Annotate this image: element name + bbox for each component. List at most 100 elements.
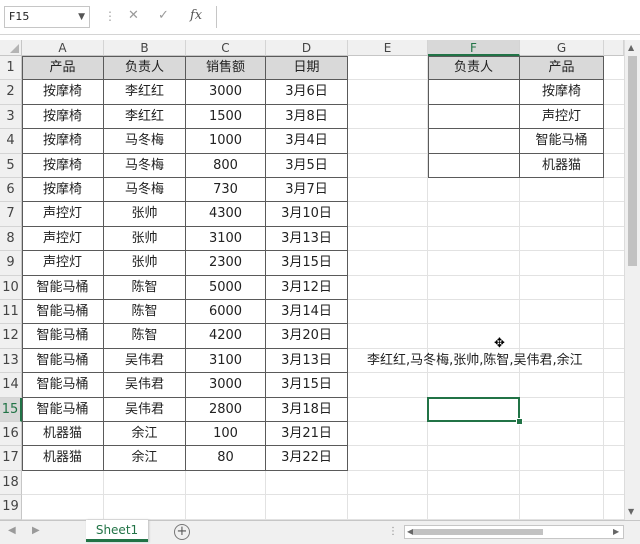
table-cell[interactable]: 机器猫 xyxy=(22,446,104,471)
table-cell[interactable]: 4200 xyxy=(186,324,266,349)
table-cell[interactable]: 智能马桶 xyxy=(22,348,104,374)
table-cell[interactable]: 3月15日 xyxy=(266,251,348,276)
table-cell[interactable]: 按摩椅 xyxy=(22,129,104,154)
table-cell[interactable]: 按摩椅 xyxy=(520,80,604,105)
chevron-down-icon[interactable]: ▼ xyxy=(78,7,85,27)
row-header-4[interactable]: 4 xyxy=(0,129,22,154)
table-cell[interactable] xyxy=(428,80,520,105)
table-cell[interactable] xyxy=(428,153,520,178)
table-cell[interactable]: 3000 xyxy=(186,80,266,105)
prev-sheet-icon[interactable]: ◀ xyxy=(8,525,16,536)
table-cell[interactable]: 马冬梅 xyxy=(104,153,186,178)
horizontal-scroll-thumb[interactable] xyxy=(413,529,543,535)
table-cell[interactable]: 3月6日 xyxy=(266,80,348,105)
worksheet-grid[interactable]: ABCDEFG 1 2 3 4 5 6 7 8 9 10 11 12 13 14 15 16 17 18 19 产品… xyxy=(0,40,624,520)
table-cell[interactable]: 3月12日 xyxy=(266,275,348,300)
table-cell[interactable]: 吴伟君 xyxy=(104,397,186,422)
table-cell[interactable]: 3月4日 xyxy=(266,129,348,154)
table-cell[interactable]: 3月20日 xyxy=(266,324,348,349)
table-cell[interactable]: 2800 xyxy=(186,397,266,422)
table-cell[interactable]: 3月18日 xyxy=(266,397,348,422)
row-header-19[interactable]: 19 xyxy=(0,495,22,520)
row-header-12[interactable]: 12 xyxy=(0,324,22,349)
table-cell[interactable]: 3100 xyxy=(186,226,266,252)
table-cell[interactable]: 4300 xyxy=(186,202,266,227)
scroll-right-icon[interactable]: ▶ xyxy=(613,527,619,536)
table-cell[interactable]: 机器猫 xyxy=(520,153,604,178)
table-cell[interactable]: 3月10日 xyxy=(266,202,348,227)
row-header-13[interactable]: 13 xyxy=(0,348,22,374)
row-header-1[interactable]: 1 xyxy=(0,56,22,81)
table-cell[interactable]: 李红红 xyxy=(104,104,186,130)
table-header-cell[interactable]: 负责人 xyxy=(428,56,520,81)
table-cell[interactable]: 余江 xyxy=(104,446,186,471)
table-cell[interactable]: 李红红 xyxy=(104,80,186,105)
table-cell[interactable]: 3月13日 xyxy=(266,226,348,252)
table-cell[interactable]: 智能马桶 xyxy=(22,373,104,398)
row-header-9[interactable]: 9 xyxy=(0,251,22,276)
row-header-15[interactable]: 15 xyxy=(0,397,22,422)
table-cell[interactable]: 730 xyxy=(186,178,266,203)
table-cell[interactable]: 6000 xyxy=(186,300,266,325)
table-cell[interactable]: 吴伟君 xyxy=(104,348,186,374)
table-cell[interactable]: 智能马桶 xyxy=(22,275,104,300)
table-cell[interactable]: 机器猫 xyxy=(22,422,104,447)
vertical-scrollbar[interactable]: ▲ ▼ xyxy=(624,40,640,520)
table-cell[interactable]: 3月21日 xyxy=(266,422,348,447)
table-cell[interactable]: 余江 xyxy=(104,422,186,447)
table-cell[interactable]: 2300 xyxy=(186,251,266,276)
table-cell[interactable]: 100 xyxy=(186,422,266,447)
table-header-cell[interactable]: 销售额 xyxy=(186,56,266,81)
table-cell[interactable]: 声控灯 xyxy=(22,226,104,252)
table-cell[interactable]: 5000 xyxy=(186,275,266,300)
table-cell[interactable]: 智能马桶 xyxy=(22,324,104,349)
table-cell[interactable]: 1000 xyxy=(186,129,266,154)
row-header-18[interactable]: 18 xyxy=(0,470,22,496)
table-cell[interactable]: 按摩椅 xyxy=(22,178,104,203)
row-header-10[interactable]: 10 xyxy=(0,275,22,300)
table-header-cell[interactable]: 负责人 xyxy=(104,56,186,81)
table-cell[interactable]: 陈智 xyxy=(104,275,186,300)
name-box[interactable]: F15 ▼ xyxy=(4,6,90,28)
table-cell[interactable]: 智能马桶 xyxy=(520,129,604,154)
table-cell[interactable]: 按摩椅 xyxy=(22,153,104,178)
table-header-cell[interactable]: 产品 xyxy=(22,56,104,81)
table-cell[interactable]: 声控灯 xyxy=(22,202,104,227)
column-header-c[interactable]: C xyxy=(186,40,266,56)
result-cell-text[interactable]: 李红红,马冬梅,张帅,陈智,吴伟君,余江 xyxy=(367,349,583,373)
row-header-6[interactable]: 6 xyxy=(0,178,22,203)
table-cell[interactable]: 3月8日 xyxy=(266,104,348,130)
table-cell[interactable] xyxy=(428,129,520,154)
scroll-down-icon[interactable]: ▼ xyxy=(628,507,634,516)
table-cell[interactable]: 张帅 xyxy=(104,202,186,227)
table-cell[interactable]: 声控灯 xyxy=(520,104,604,130)
scroll-up-icon[interactable]: ▲ xyxy=(628,43,634,52)
row-header-3[interactable]: 3 xyxy=(0,104,22,130)
table-cell[interactable]: 按摩椅 xyxy=(22,104,104,130)
row-header-5[interactable]: 5 xyxy=(0,153,22,178)
table-cell[interactable]: 1500 xyxy=(186,104,266,130)
table-cell[interactable]: 3000 xyxy=(186,373,266,398)
row-header-7[interactable]: 7 xyxy=(0,202,22,227)
table-cell[interactable]: 3月22日 xyxy=(266,446,348,471)
cancel-icon[interactable]: ✕ xyxy=(128,8,139,23)
column-header-a[interactable]: A xyxy=(22,40,104,56)
sheet-tab-sheet1[interactable]: Sheet1 xyxy=(86,520,148,542)
row-header-17[interactable]: 17 xyxy=(0,446,22,471)
table-cell[interactable]: 3月15日 xyxy=(266,373,348,398)
table-cell[interactable]: 3月5日 xyxy=(266,153,348,178)
row-header-16[interactable]: 16 xyxy=(0,422,22,447)
table-cell[interactable]: 马冬梅 xyxy=(104,178,186,203)
column-header-d[interactable]: D xyxy=(266,40,348,56)
table-cell[interactable]: 80 xyxy=(186,446,266,471)
fill-handle[interactable] xyxy=(516,418,523,425)
table-cell[interactable] xyxy=(428,104,520,130)
column-header-g[interactable]: G xyxy=(520,40,604,56)
table-cell[interactable]: 张帅 xyxy=(104,226,186,252)
formula-input[interactable] xyxy=(216,6,640,28)
fx-icon[interactable]: fx xyxy=(190,8,202,23)
enter-icon[interactable]: ✓ xyxy=(158,8,169,23)
next-sheet-icon[interactable]: ▶ xyxy=(32,525,40,536)
splitter-icon[interactable]: ⋮ xyxy=(388,526,398,537)
row-header-2[interactable]: 2 xyxy=(0,80,22,105)
